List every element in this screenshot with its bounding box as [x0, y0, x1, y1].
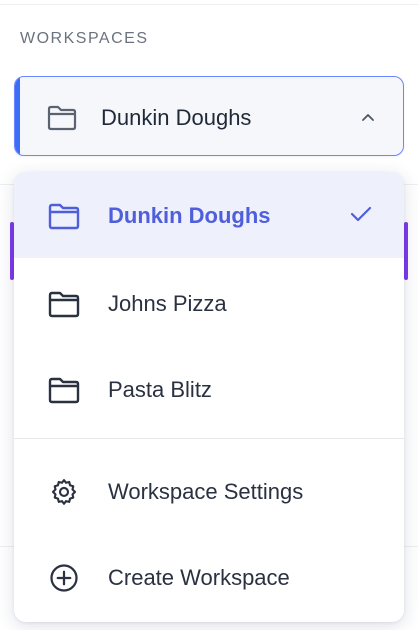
background-highlight-right [404, 222, 408, 280]
checkmark-icon [350, 206, 372, 227]
workspace-dropdown-menu: Dunkin Doughs Johns Pizza Pasta Blitz Wo… [14, 172, 404, 622]
selector-accent-bar [15, 77, 20, 155]
create-workspace-item[interactable]: Create Workspace [14, 534, 404, 620]
folder-icon [48, 288, 80, 320]
create-workspace-label: Create Workspace [108, 565, 290, 590]
workspace-option-label: Dunkin Doughs [108, 203, 271, 228]
workspace-option-johns-pizza[interactable]: Johns Pizza [14, 260, 404, 346]
gear-icon [48, 476, 80, 508]
workspace-settings-label: Workspace Settings [108, 479, 304, 504]
workspace-option-label: Johns Pizza [108, 291, 227, 316]
chevron-up-icon [361, 109, 375, 127]
workspace-option-dunkin-doughs[interactable]: Dunkin Doughs [14, 172, 404, 258]
menu-divider [14, 438, 404, 439]
workspace-option-label: Pasta Blitz [108, 377, 212, 402]
workspace-settings-item[interactable]: Workspace Settings [14, 448, 404, 534]
workspace-option-pasta-blitz[interactable]: Pasta Blitz [14, 346, 404, 432]
workspace-selector[interactable]: Dunkin Doughs [14, 76, 404, 156]
folder-icon [48, 200, 80, 232]
folder-icon [48, 374, 80, 406]
plus-circle-icon [48, 562, 80, 594]
workspaces-section-label: WORKSPACES [20, 30, 149, 47]
top-divider [0, 4, 418, 5]
current-workspace-name: Dunkin Doughs [101, 105, 252, 130]
workspace-panel: WORKSPACES Dunkin Doughs Dunkin Doughs J… [0, 0, 418, 630]
folder-icon [47, 105, 77, 136]
